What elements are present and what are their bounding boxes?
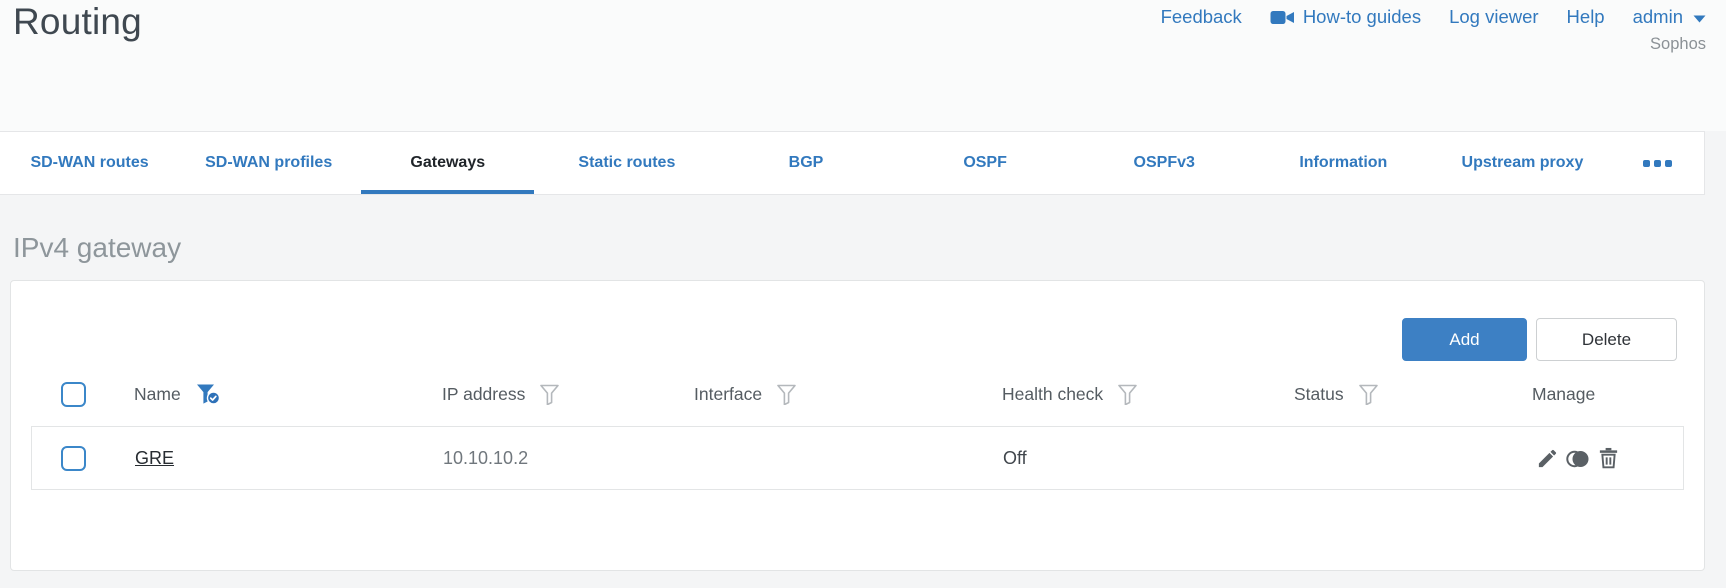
column-header-name: Name (134, 383, 181, 404)
row-checkbox[interactable] (61, 445, 86, 471)
tab-sd-wan-profiles[interactable]: SD-WAN profiles (179, 132, 358, 194)
help-label: Help (1566, 6, 1605, 27)
ellipsis-icon (1654, 159, 1662, 167)
video-camera-icon (1270, 9, 1295, 26)
routing-tabbar: SD-WAN routes SD-WAN profiles Gateways S… (0, 131, 1705, 195)
filter-icon[interactable] (1358, 384, 1379, 405)
clone-icon[interactable] (1565, 447, 1591, 470)
tab-ospfv3[interactable]: OSPFv3 (1075, 132, 1254, 194)
filter-icon[interactable] (1117, 384, 1138, 405)
feedback-link[interactable]: Feedback (1161, 6, 1242, 28)
column-header-health-check: Health check (1002, 383, 1104, 404)
section-heading: IPv4 gateway (13, 232, 182, 263)
header-utility-nav: Feedback How-to guides Log viewer Help a… (1161, 6, 1706, 54)
edit-icon[interactable] (1536, 447, 1559, 470)
tab-sd-wan-routes[interactable]: SD-WAN routes (0, 132, 179, 194)
how-to-guides-label: How-to guides (1302, 6, 1422, 27)
column-header-status: Status (1294, 383, 1344, 404)
admin-menu-label: admin (1632, 6, 1683, 27)
delete-button[interactable]: Delete (1536, 318, 1677, 361)
how-to-guides-link[interactable]: How-to guides (1270, 6, 1421, 28)
ellipsis-icon (1665, 159, 1673, 167)
chevron-down-icon (1693, 6, 1706, 28)
gateway-health-check: Off (1003, 447, 1027, 468)
column-header-manage: Manage (1532, 383, 1596, 404)
column-header-interface: Interface (694, 383, 763, 404)
table-row: GRE 10.10.10.2 Off (31, 426, 1684, 490)
tab-bgp[interactable]: BGP (716, 132, 895, 194)
select-all-checkbox[interactable] (61, 381, 86, 407)
page-title: Routing (13, 1, 142, 42)
ellipsis-icon (1643, 159, 1651, 167)
gateway-ip-address: 10.10.10.2 (443, 447, 529, 468)
tab-ospf[interactable]: OSPF (896, 132, 1075, 194)
feedback-link-label: Feedback (1160, 6, 1242, 27)
log-viewer-label: Log viewer (1449, 6, 1539, 27)
tab-information[interactable]: Information (1254, 132, 1433, 194)
more-tabs-button[interactable] (1612, 132, 1704, 194)
gateway-table-card: Add Delete Name IP address Interface Hea… (10, 280, 1705, 571)
tab-static-routes[interactable]: Static routes (537, 132, 716, 194)
table-toolbar: Add Delete (11, 281, 1704, 361)
brand-label: Sophos (1650, 35, 1706, 53)
add-button[interactable]: Add (1402, 318, 1527, 361)
filter-icon[interactable] (539, 384, 560, 405)
filter-icon[interactable] (776, 384, 797, 405)
page-header: Routing Feedback How-to guides Log viewe… (0, 0, 1726, 131)
delete-icon[interactable] (1597, 447, 1620, 470)
tab-upstream-proxy[interactable]: Upstream proxy (1433, 132, 1612, 194)
gateway-name-link[interactable]: GRE (135, 448, 174, 468)
column-header-ip-address: IP address (442, 383, 526, 404)
help-link[interactable]: Help (1567, 6, 1605, 28)
filter-active-icon[interactable] (195, 383, 221, 405)
tab-gateways[interactable]: Gateways (358, 132, 537, 194)
admin-menu[interactable]: admin (1633, 6, 1706, 28)
table-header-row: Name IP address Interface Health check S… (31, 373, 1684, 415)
log-viewer-link[interactable]: Log viewer (1449, 6, 1538, 28)
